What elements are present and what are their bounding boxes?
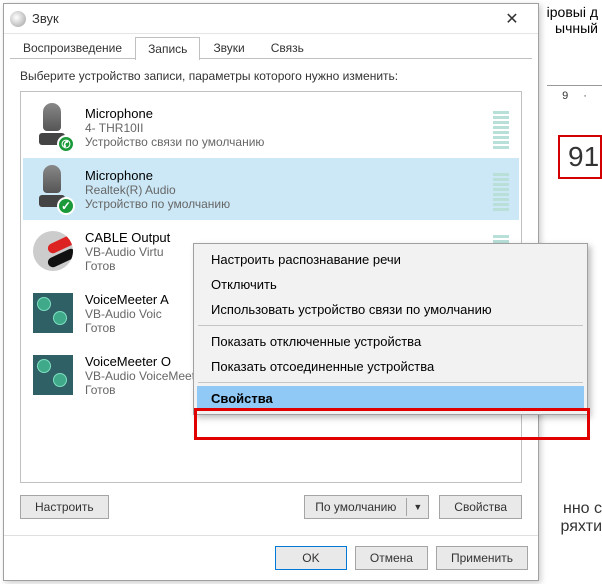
ok-button[interactable]: OK bbox=[275, 546, 347, 570]
context-menu: Настроить распознавание речи Отключить И… bbox=[193, 243, 588, 415]
properties-button[interactable]: Свойства bbox=[439, 495, 522, 519]
menu-separator bbox=[198, 325, 583, 326]
cancel-button[interactable]: Отмена bbox=[355, 546, 428, 570]
level-meter bbox=[493, 167, 509, 211]
tab-filler bbox=[317, 36, 532, 59]
bg-ruler-mark: · bbox=[583, 90, 587, 102]
voicemeeter-icon bbox=[33, 289, 73, 337]
device-desc: 4- THR10II bbox=[85, 121, 493, 135]
apply-button[interactable]: Применить bbox=[436, 546, 528, 570]
tab-communication[interactable]: Связь bbox=[258, 36, 317, 59]
bg-fragment: іровыі д bbox=[536, 4, 598, 20]
close-button[interactable]: ✕ bbox=[492, 9, 532, 29]
dialog-title: Звук bbox=[32, 11, 492, 26]
microphone-icon bbox=[33, 103, 73, 151]
default-device-badge-icon bbox=[57, 197, 75, 215]
voicemeeter-icon bbox=[33, 351, 73, 399]
device-status: Устройство по умолчанию bbox=[85, 197, 493, 211]
bg-fragment: нно с bbox=[532, 500, 602, 518]
dialog-footer: OK Отмена Применить bbox=[4, 535, 538, 580]
dropdown-arrow-icon[interactable]: ▼ bbox=[406, 498, 428, 516]
tab-strip: Воспроизведение Запись Звуки Связь bbox=[4, 34, 538, 59]
tab-sounds[interactable]: Звуки bbox=[200, 36, 257, 59]
tab-recording[interactable]: Запись bbox=[135, 37, 200, 60]
bg-ruler-mark: 9 bbox=[562, 90, 568, 102]
bg-fragment: ычный bbox=[536, 20, 598, 36]
menu-separator bbox=[198, 382, 583, 383]
configure-button[interactable]: Настроить bbox=[20, 495, 109, 519]
device-row[interactable]: Microphone 4- THR10II Устройство связи п… bbox=[23, 96, 519, 158]
menu-show-disconnected[interactable]: Показать отсоединенные устройства bbox=[197, 354, 584, 379]
speaker-icon bbox=[10, 11, 26, 27]
bg-text-bottom: нно с ряхти bbox=[532, 500, 602, 536]
device-row[interactable]: Microphone Realtek(R) Audio Устройство п… bbox=[23, 158, 519, 220]
device-status: Устройство связи по умолчанию bbox=[85, 135, 493, 149]
default-comm-badge-icon bbox=[57, 135, 75, 153]
set-default-label: По умолчанию bbox=[305, 496, 406, 518]
microphone-icon bbox=[33, 165, 73, 213]
menu-use-default-comm[interactable]: Использовать устройство связи по умолчан… bbox=[197, 297, 584, 322]
set-default-button[interactable]: По умолчанию ▼ bbox=[304, 495, 429, 519]
device-text: Microphone Realtek(R) Audio Устройство п… bbox=[85, 168, 493, 211]
device-name: Microphone bbox=[85, 106, 493, 121]
bg-fragment: ряхти bbox=[532, 518, 602, 536]
device-text: Microphone 4- THR10II Устройство связи п… bbox=[85, 106, 493, 149]
menu-configure-speech[interactable]: Настроить распознавание речи bbox=[197, 247, 584, 272]
device-name: Microphone bbox=[85, 168, 493, 183]
panel-button-row: Настроить По умолчанию ▼ Свойства bbox=[20, 483, 522, 519]
titlebar: Звук ✕ bbox=[4, 4, 538, 34]
bg-text-top: іровыі д ычный bbox=[532, 0, 602, 40]
bg-ruler: 9 · bbox=[547, 85, 602, 105]
level-meter bbox=[493, 105, 509, 149]
menu-show-disabled[interactable]: Показать отключенные устройства bbox=[197, 329, 584, 354]
menu-disable[interactable]: Отключить bbox=[197, 272, 584, 297]
panel-instruction: Выберите устройство записи, параметры ко… bbox=[20, 69, 522, 83]
rca-cable-icon bbox=[33, 227, 73, 275]
bg-highlighted-number: 91 bbox=[558, 135, 602, 179]
menu-properties[interactable]: Свойства bbox=[197, 386, 584, 411]
device-desc: Realtek(R) Audio bbox=[85, 183, 493, 197]
tab-playback[interactable]: Воспроизведение bbox=[10, 36, 135, 59]
